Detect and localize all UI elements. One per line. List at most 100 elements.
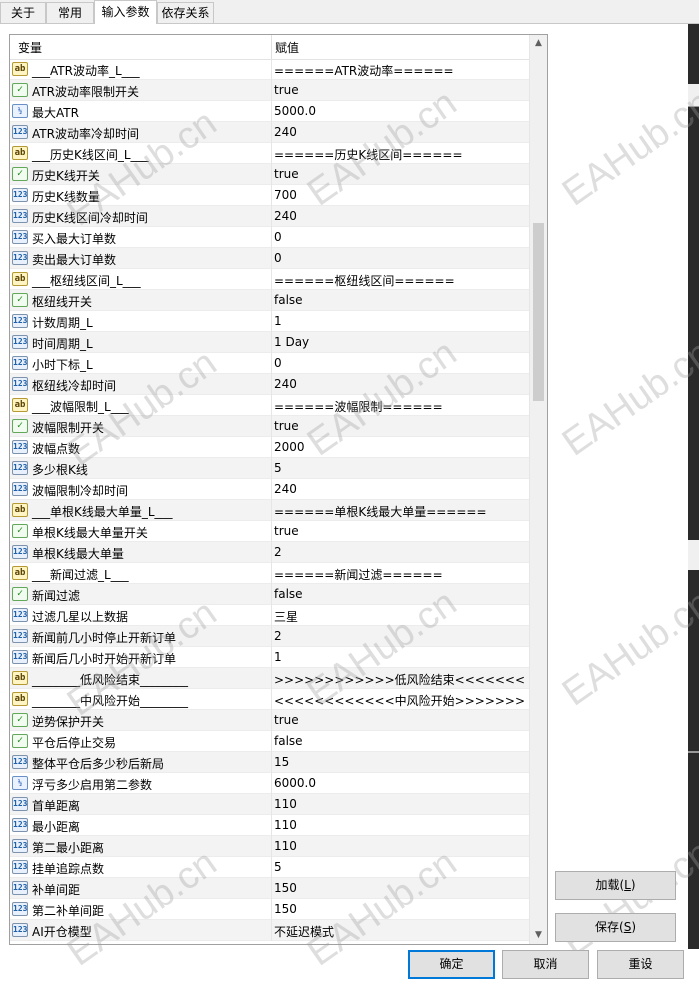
parameter-value[interactable]: 1: [274, 314, 526, 328]
parameter-row[interactable]: 123 AI开仓模型 不延迟模式: [10, 920, 529, 941]
parameter-value[interactable]: 0: [274, 230, 526, 244]
parameter-row[interactable]: ab ___历史K线区间_L___ ======历史K线区间======: [10, 143, 529, 164]
parameter-value[interactable]: ======波幅限制======: [274, 398, 526, 415]
parameter-row[interactable]: 123 新闻前几小时停止开新订单 2: [10, 626, 529, 647]
parameter-value[interactable]: ======ATR波动率======: [274, 62, 526, 79]
parameter-row[interactable]: 123 整体平仓后多少秒后新局 15: [10, 752, 529, 773]
parameter-row[interactable]: ab ________中风险开始________ <<<<<<<<<<<<中风险开始…: [10, 689, 529, 710]
parameter-row[interactable]: 123 第二最小距离 110: [10, 836, 529, 857]
parameter-value[interactable]: ======单根K线最大单量======: [274, 503, 526, 520]
parameter-row[interactable]: 123 小时下标_L 0: [10, 353, 529, 374]
parameter-row[interactable]: 123 多少根K线 5: [10, 458, 529, 479]
parameter-row[interactable]: 123 历史K线数量 700: [10, 185, 529, 206]
parameter-row[interactable]: ab ________低风险结束________ >>>>>>>>>>>>低风险结束…: [10, 668, 529, 689]
parameter-value[interactable]: 2: [274, 545, 526, 559]
parameter-value[interactable]: 700: [274, 188, 526, 202]
parameter-value[interactable]: 240: [274, 125, 526, 139]
parameter-value[interactable]: 110: [274, 839, 526, 853]
reset-button[interactable]: 重设: [597, 950, 684, 979]
parameter-value[interactable]: false: [274, 587, 526, 601]
parameter-value[interactable]: 240: [274, 209, 526, 223]
scroll-up-icon[interactable]: ▲: [530, 35, 547, 52]
parameter-value[interactable]: true: [274, 419, 526, 433]
parameter-row[interactable]: 123 历史K线区间冷却时间 240: [10, 206, 529, 227]
parameter-value[interactable]: ======历史K线区间======: [274, 146, 526, 163]
parameter-value[interactable]: 0: [274, 251, 526, 265]
parameter-row[interactable]: 123 计数周期_L 1: [10, 311, 529, 332]
cancel-button[interactable]: 取消: [502, 950, 589, 979]
column-divider[interactable]: [271, 35, 272, 59]
ok-button[interactable]: 确定: [408, 950, 495, 979]
parameter-row[interactable]: 123 过滤几星以上数据 三星: [10, 605, 529, 626]
parameter-value[interactable]: 不延迟模式: [274, 923, 526, 940]
parameter-value[interactable]: 150: [274, 902, 526, 916]
tab-about[interactable]: 关于: [0, 2, 46, 23]
parameter-row[interactable]: 123 ATR波动率冷却时间 240: [10, 122, 529, 143]
parameter-row[interactable]: ✓ 枢纽线开关 false: [10, 290, 529, 311]
parameter-row[interactable]: 123 时间周期_L 1 Day: [10, 332, 529, 353]
parameter-value[interactable]: 0: [274, 356, 526, 370]
parameter-row[interactable]: 123 补单间距 150: [10, 878, 529, 899]
vertical-scrollbar[interactable]: ▲ ▼: [529, 35, 547, 944]
parameter-value[interactable]: >>>>>>>>>>>>低风险结束<<<<<<<<<<<<: [274, 671, 526, 688]
parameter-value[interactable]: false: [274, 734, 526, 748]
save-button[interactable]: 保存(S): [555, 913, 676, 942]
parameter-value[interactable]: true: [274, 524, 526, 538]
parameter-value[interactable]: 三星: [274, 608, 526, 625]
scroll-down-icon[interactable]: ▼: [530, 927, 547, 944]
parameter-value[interactable]: true: [274, 713, 526, 727]
tab-common[interactable]: 常用: [46, 2, 94, 23]
parameter-row[interactable]: 123 波幅点数 2000: [10, 437, 529, 458]
parameter-value[interactable]: 110: [274, 797, 526, 811]
parameter-value[interactable]: 240: [274, 377, 526, 391]
scrollbar-thumb[interactable]: [533, 223, 544, 401]
parameter-value[interactable]: 240: [274, 482, 526, 496]
load-button[interactable]: 加载(L): [555, 871, 676, 900]
parameter-value[interactable]: true: [274, 167, 526, 181]
parameter-row[interactable]: 123 枢纽线冷却时间 240: [10, 374, 529, 395]
parameter-value[interactable]: 5: [274, 860, 526, 874]
parameter-value[interactable]: false: [274, 293, 526, 307]
parameter-row[interactable]: 123 新闻后几小时开始开新订单 1: [10, 647, 529, 668]
parameter-value[interactable]: 2000: [274, 440, 526, 454]
parameter-row[interactable]: 123 波幅限制冷却时间 240: [10, 479, 529, 500]
parameter-row[interactable]: ✓ 波幅限制开关 true: [10, 416, 529, 437]
parameter-row[interactable]: 123 买入最大订单数 0: [10, 227, 529, 248]
parameter-row[interactable]: 123 首单距离 110: [10, 794, 529, 815]
parameter-value[interactable]: true: [274, 83, 526, 97]
parameter-row[interactable]: ✓ 逆势保护开关 true: [10, 710, 529, 731]
parameter-value[interactable]: 150: [274, 881, 526, 895]
parameter-row[interactable]: ab ___单根K线最大单量_L___ ======单根K线最大单量======: [10, 500, 529, 521]
parameter-row[interactable]: 123 卖出最大订单数 0: [10, 248, 529, 269]
parameter-row[interactable]: ½ 浮亏多少启用第二参数 6000.0: [10, 773, 529, 794]
parameter-value[interactable]: 1 Day: [274, 335, 526, 349]
parameter-row[interactable]: 123 单根K线最大单量 2: [10, 542, 529, 563]
parameter-row[interactable]: ab ___波幅限制_L___ ======波幅限制======: [10, 395, 529, 416]
parameter-value[interactable]: 5000.0: [274, 104, 526, 118]
parameter-row[interactable]: 123 最小距离 110: [10, 815, 529, 836]
parameter-row[interactable]: ✓ 新闻过滤 false: [10, 584, 529, 605]
parameter-value[interactable]: 6000.0: [274, 776, 526, 790]
parameter-value[interactable]: ======枢纽线区间======: [274, 272, 526, 289]
parameter-row[interactable]: ✓ 平仓后停止交易 false: [10, 731, 529, 752]
parameter-row[interactable]: ✓ ATR波动率限制开关 true: [10, 80, 529, 101]
parameter-row[interactable]: ✓ 单根K线最大单量开关 true: [10, 521, 529, 542]
parameter-row[interactable]: ab ___新闻过滤_L___ ======新闻过滤======: [10, 563, 529, 584]
parameter-value[interactable]: <<<<<<<<<<<<中风险开始>>>>>>>>>>>>: [274, 692, 526, 709]
parameter-value[interactable]: ======新闻过滤======: [274, 566, 526, 583]
parameter-value[interactable]: 1: [274, 650, 526, 664]
parameter-row[interactable]: ½ 最大ATR 5000.0: [10, 101, 529, 122]
parameter-row[interactable]: 123 第二补单间距 150: [10, 899, 529, 920]
column-header-variable[interactable]: 变量: [18, 39, 42, 56]
parameter-row[interactable]: ab ___枢纽线区间_L___ ======枢纽线区间======: [10, 269, 529, 290]
column-header-value[interactable]: 赋值: [275, 39, 299, 56]
parameter-value[interactable]: 110: [274, 818, 526, 832]
parameter-row[interactable]: ab ___ATR波动率_L___ ======ATR波动率======: [10, 59, 529, 80]
parameter-row[interactable]: ✓ 历史K线开关 true: [10, 164, 529, 185]
tab-input-parameters[interactable]: 输入参数: [94, 0, 157, 24]
tab-dependencies[interactable]: 依存关系: [157, 2, 214, 23]
parameter-value[interactable]: 5: [274, 461, 526, 475]
parameter-row[interactable]: 123 挂单追踪点数 5: [10, 857, 529, 878]
parameter-value[interactable]: 15: [274, 755, 526, 769]
parameter-value[interactable]: 2: [274, 629, 526, 643]
